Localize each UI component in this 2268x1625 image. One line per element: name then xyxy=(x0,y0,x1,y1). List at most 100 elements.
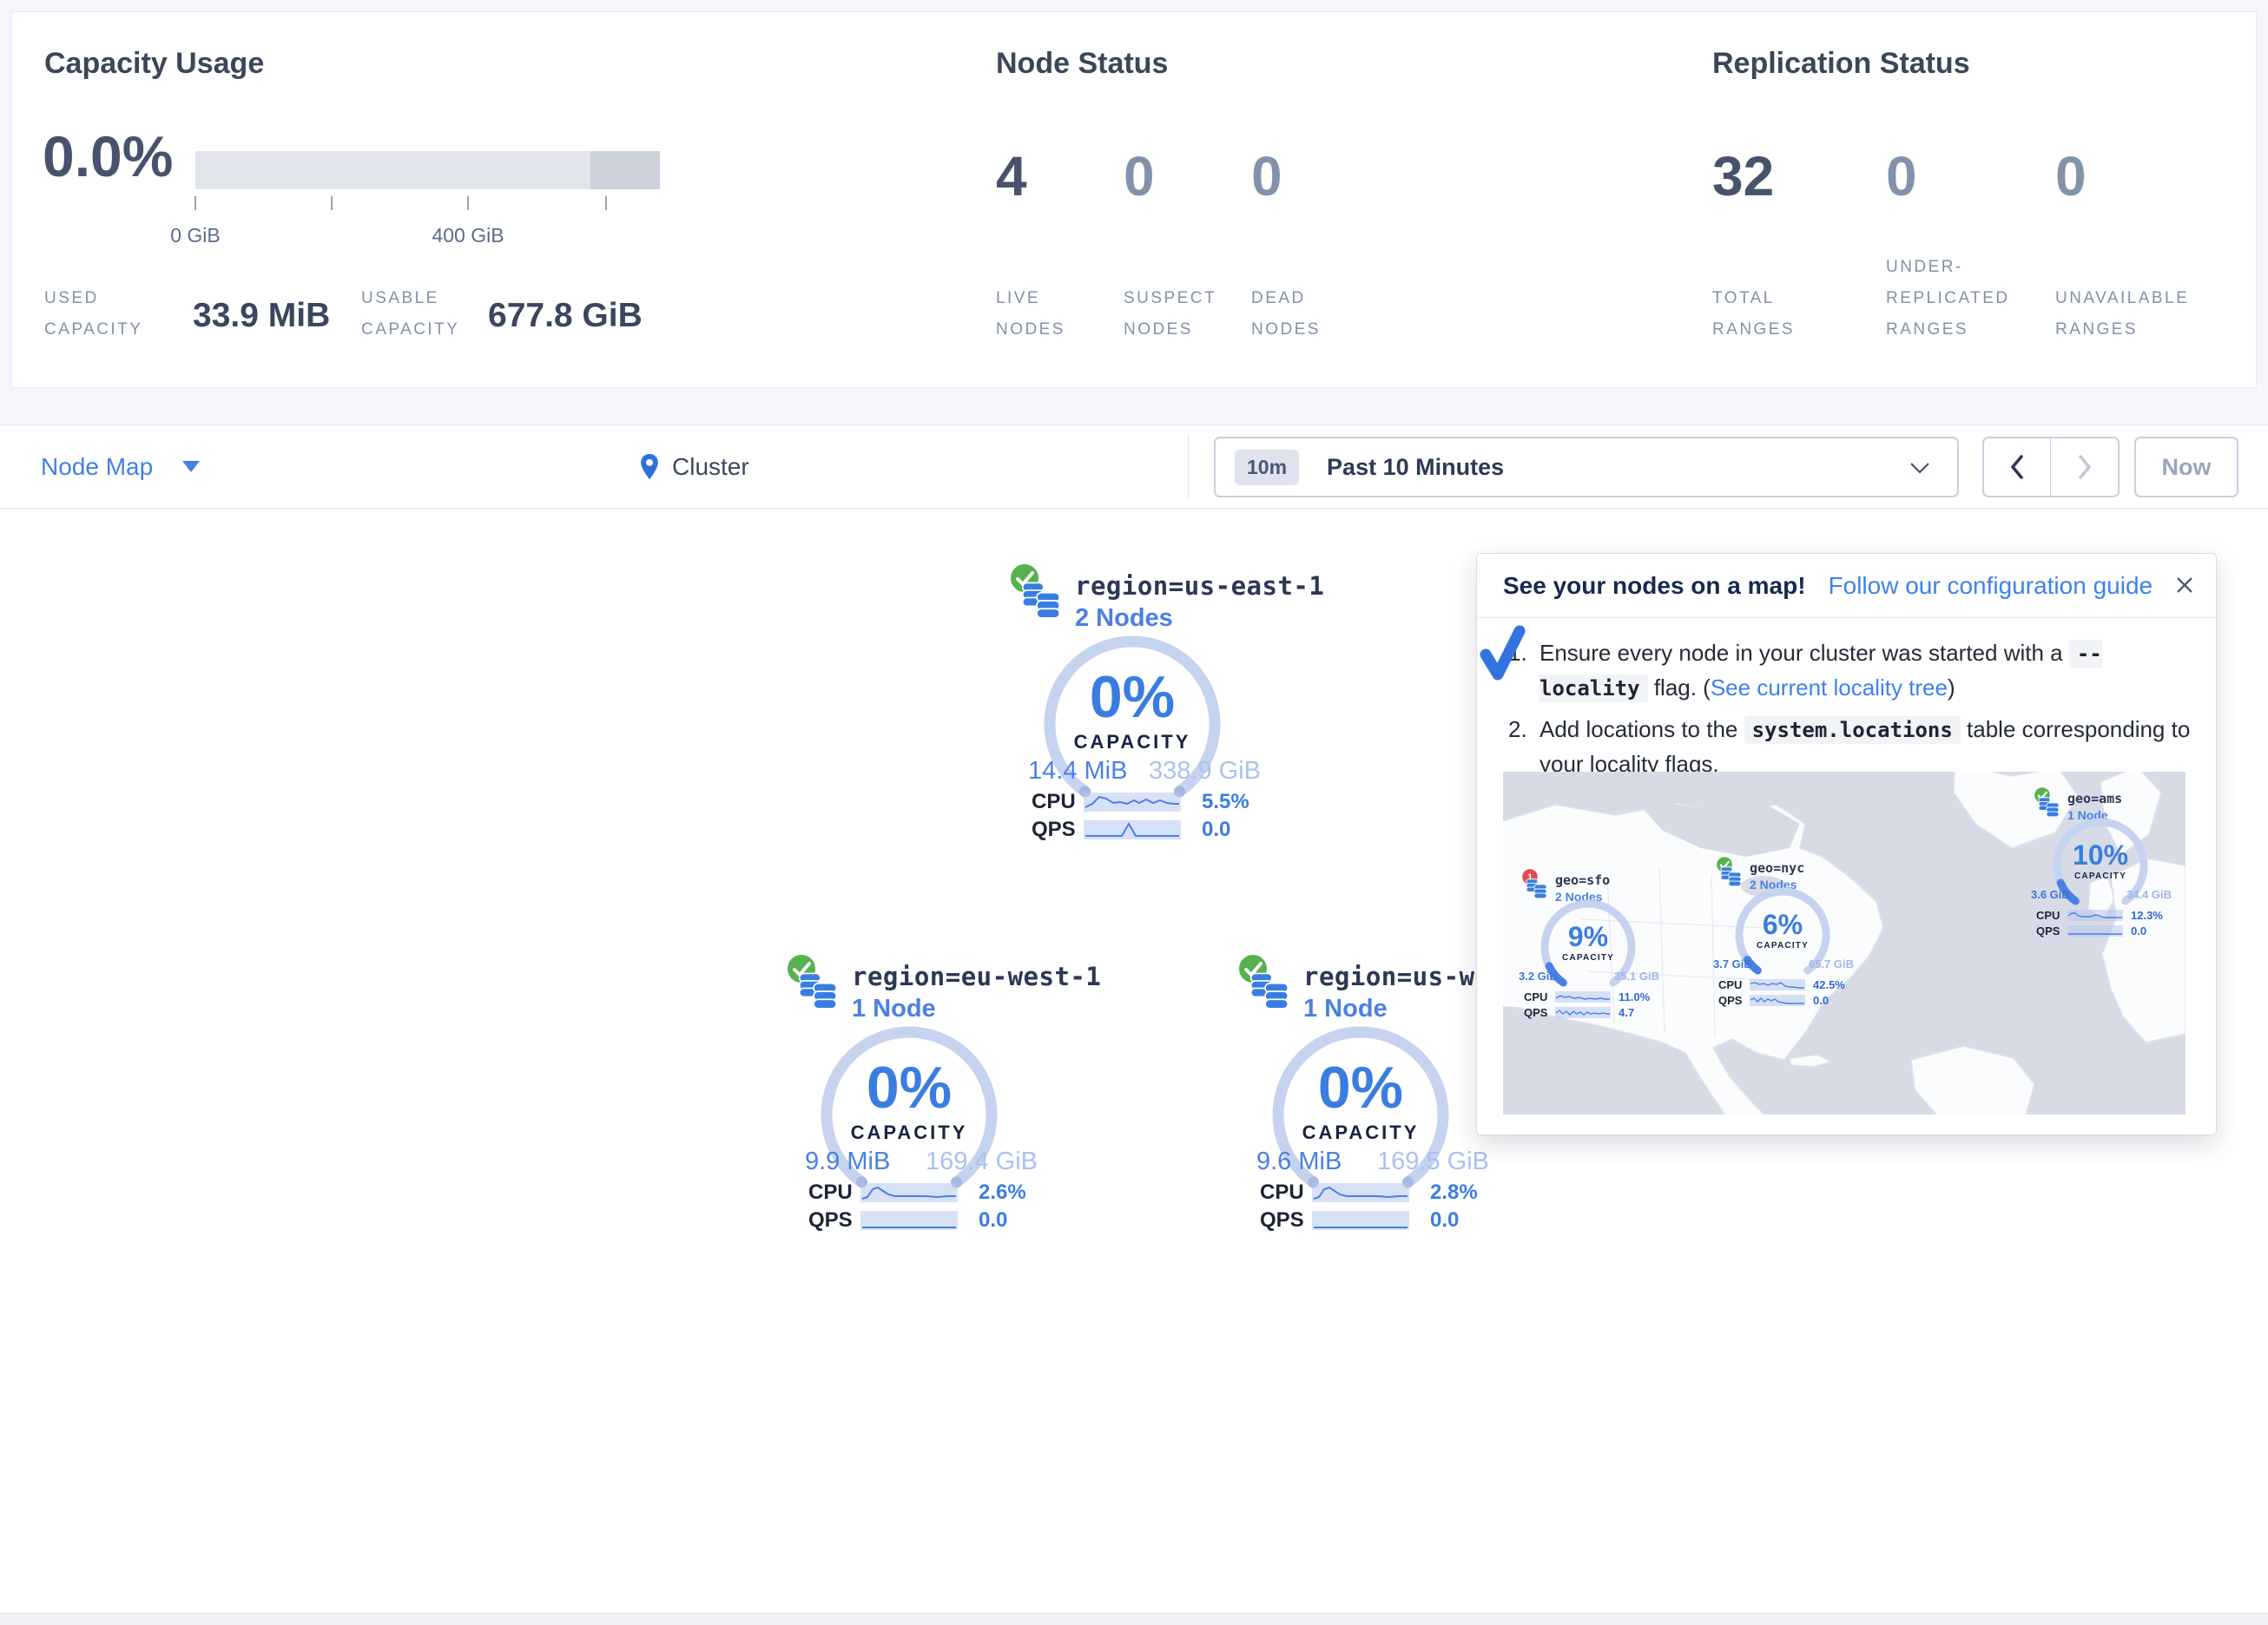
tooltip-title: See your nodes on a map! xyxy=(1503,572,1806,600)
cpu-sparkline xyxy=(1084,793,1181,812)
live-nodes-label: LIVE NODES xyxy=(996,283,1096,345)
database-stack-icon xyxy=(1021,582,1061,620)
cpu-sparkline xyxy=(2067,910,2123,921)
tooltip-step-1: 1.Ensure every node in your cluster was … xyxy=(1508,635,2194,706)
under-replicated-count: 0 xyxy=(1886,144,1917,208)
locality-node-eu-west-1[interactable]: region=eu-west-1 1 Node 0% CAPACITY 9.9 … xyxy=(784,951,1045,1238)
capacity-bar xyxy=(195,151,660,189)
capacity-axis-tick-0: 0 GiB xyxy=(170,224,221,247)
qps-sparkline xyxy=(1084,820,1181,839)
total-ranges-label: TOTAL RANGES xyxy=(1712,283,1830,345)
qps-value: 4.7 xyxy=(1619,1006,1634,1019)
locality-node-us-west-1[interactable]: region=us-west-1 1 Node 0% CAPACITY 9.6 … xyxy=(1236,951,1496,1238)
stats-panel: Capacity Usage 0.0% 0 GiB 400 GiB USED C… xyxy=(11,11,2257,388)
locality-tree-link[interactable]: See current locality tree xyxy=(1711,674,1948,701)
qps-label: QPS xyxy=(1718,994,1750,1007)
time-back-button[interactable] xyxy=(1984,438,2051,496)
locality-node-us-east-1[interactable]: region=us-east-1 2 Nodes 0% CAPACITY 14.… xyxy=(1007,561,1268,847)
total-capacity: 35.1 GiB xyxy=(1614,970,1659,983)
unavailable-ranges-count: 0 xyxy=(2055,144,2087,208)
qps-sparkline xyxy=(1555,1007,1611,1018)
total-capacity: 34.4 GiB xyxy=(2126,888,2172,901)
under-replicated-label: UNDER-REPLICATED RANGES xyxy=(1886,252,2038,345)
configuration-guide-link[interactable]: Follow our configuration guide xyxy=(1829,572,2153,600)
cpu-value: 2.8% xyxy=(1430,1181,1478,1205)
replication-status-title: Replication Status xyxy=(1712,47,1970,81)
used-capacity: 3.7 GiB xyxy=(1713,957,1752,970)
used-capacity-label: USED CAPACITY xyxy=(44,283,170,345)
close-icon[interactable] xyxy=(2174,575,2195,595)
used-capacity-value: 33.9 MiB xyxy=(193,297,330,335)
used-capacity: 3.2 GiB xyxy=(1519,970,1558,983)
time-range-dropdown[interactable]: 10m Past 10 Minutes xyxy=(1214,437,1959,497)
cpu-sparkline xyxy=(1750,979,1805,990)
map-pin-icon xyxy=(639,453,660,481)
locality-label: geo=sfo xyxy=(1555,872,1610,888)
cpu-sparkline xyxy=(1555,991,1611,1003)
system-locations-code: system.locations xyxy=(1744,716,1961,744)
qps-value: 0.0 xyxy=(1430,1208,1459,1233)
capacity-percent: 0% xyxy=(1037,663,1228,731)
qps-label: QPS xyxy=(808,1208,860,1233)
capacity-caption: CAPACITY xyxy=(1729,941,1836,951)
toolbar-divider xyxy=(1188,434,1189,499)
capacity-caption: CAPACITY xyxy=(1534,953,1642,963)
capacity-axis-tick-400: 400 GiB xyxy=(432,224,504,247)
capacity-percent: 6% xyxy=(1729,909,1836,941)
cpu-sparkline xyxy=(860,1183,958,1202)
chevron-down-icon xyxy=(1910,463,1929,474)
time-forward-button[interactable] xyxy=(2051,438,2118,496)
toolbar: Node Map Cluster 10m Past 10 Minutes xyxy=(0,424,2268,509)
locality-label: geo=nyc xyxy=(1750,860,1804,876)
total-capacity: 338.9 GiB xyxy=(1149,757,1261,786)
cpu-value: 2.6% xyxy=(979,1181,1026,1205)
node-count: 1 Node xyxy=(1303,995,1388,1023)
view-selector-dropdown[interactable]: Node Map xyxy=(41,425,200,508)
qps-value: 0.0 xyxy=(1813,994,1829,1007)
view-selector-label: Node Map xyxy=(41,453,153,481)
capacity-percent: 0% xyxy=(1265,1054,1456,1122)
database-stack-icon xyxy=(1249,972,1289,1010)
chevron-right-icon xyxy=(2077,454,2093,480)
chevron-left-icon xyxy=(2009,454,2025,480)
chevron-down-icon xyxy=(182,461,200,472)
cpu-value: 5.5% xyxy=(1202,790,1249,814)
time-range-label: Past 10 Minutes xyxy=(1327,454,1504,481)
cpu-label: CPU xyxy=(1524,990,1555,1003)
example-map-image: 1 geo=sfo 2 Nodes 9% CAPACITY 3.2 GiB 35… xyxy=(1503,772,2186,1115)
total-capacity: 169.4 GiB xyxy=(926,1148,1038,1176)
capacity-bar-used-segment xyxy=(590,151,660,189)
minimap-node-nyc: geo=nyc 2 Nodes 6% CAPACITY 3.7 GiB 65.7… xyxy=(1713,855,1861,1011)
qps-value: 0.0 xyxy=(2131,924,2146,938)
capacity-caption: CAPACITY xyxy=(1265,1122,1456,1144)
dead-nodes-count: 0 xyxy=(1251,144,1282,208)
now-button[interactable]: Now xyxy=(2134,437,2238,497)
time-step-buttons xyxy=(1982,437,2120,497)
cpu-label: CPU xyxy=(2036,909,2067,922)
cpu-label: CPU xyxy=(1032,790,1084,814)
qps-label: QPS xyxy=(1032,818,1084,842)
unavailable-ranges-label: UNAVAILABLE RANGES xyxy=(2055,283,2238,345)
used-capacity: 3.6 GiB xyxy=(2031,888,2070,901)
cpu-value: 42.5% xyxy=(1813,978,1845,991)
qps-label: QPS xyxy=(1260,1208,1312,1233)
locality-label: region=eu-west-1 xyxy=(852,962,1101,991)
suspect-nodes-label: SUSPECT NODES xyxy=(1124,283,1241,345)
tooltip-header: See your nodes on a map! Follow our conf… xyxy=(1477,554,2216,618)
capacity-percent: 9% xyxy=(1534,921,1642,953)
suspect-nodes-count: 0 xyxy=(1124,144,1155,208)
capacity-usage-title: Capacity Usage xyxy=(44,47,264,81)
dead-nodes-label: DEAD NODES xyxy=(1251,283,1351,345)
locality-label: geo=ams xyxy=(2067,791,2122,806)
blue-check-icon xyxy=(1479,625,1526,682)
usable-capacity-label: USABLE CAPACITY xyxy=(361,283,500,345)
time-range-badge: 10m xyxy=(1235,450,1299,485)
capacity-caption: CAPACITY xyxy=(1037,731,1228,753)
cpu-sparkline xyxy=(1312,1183,1409,1202)
qps-label: QPS xyxy=(2036,924,2067,938)
cluster-overview-page: Capacity Usage 0.0% 0 GiB 400 GiB USED C… xyxy=(0,0,2268,1625)
locality-label: region=us-east-1 xyxy=(1075,571,1324,601)
minimap-node-sfo: 1 geo=sfo 2 Nodes 9% CAPACITY 3.2 GiB 35… xyxy=(1519,867,1666,1023)
breadcrumb[interactable]: Cluster xyxy=(639,425,749,508)
qps-label: QPS xyxy=(1524,1006,1555,1019)
